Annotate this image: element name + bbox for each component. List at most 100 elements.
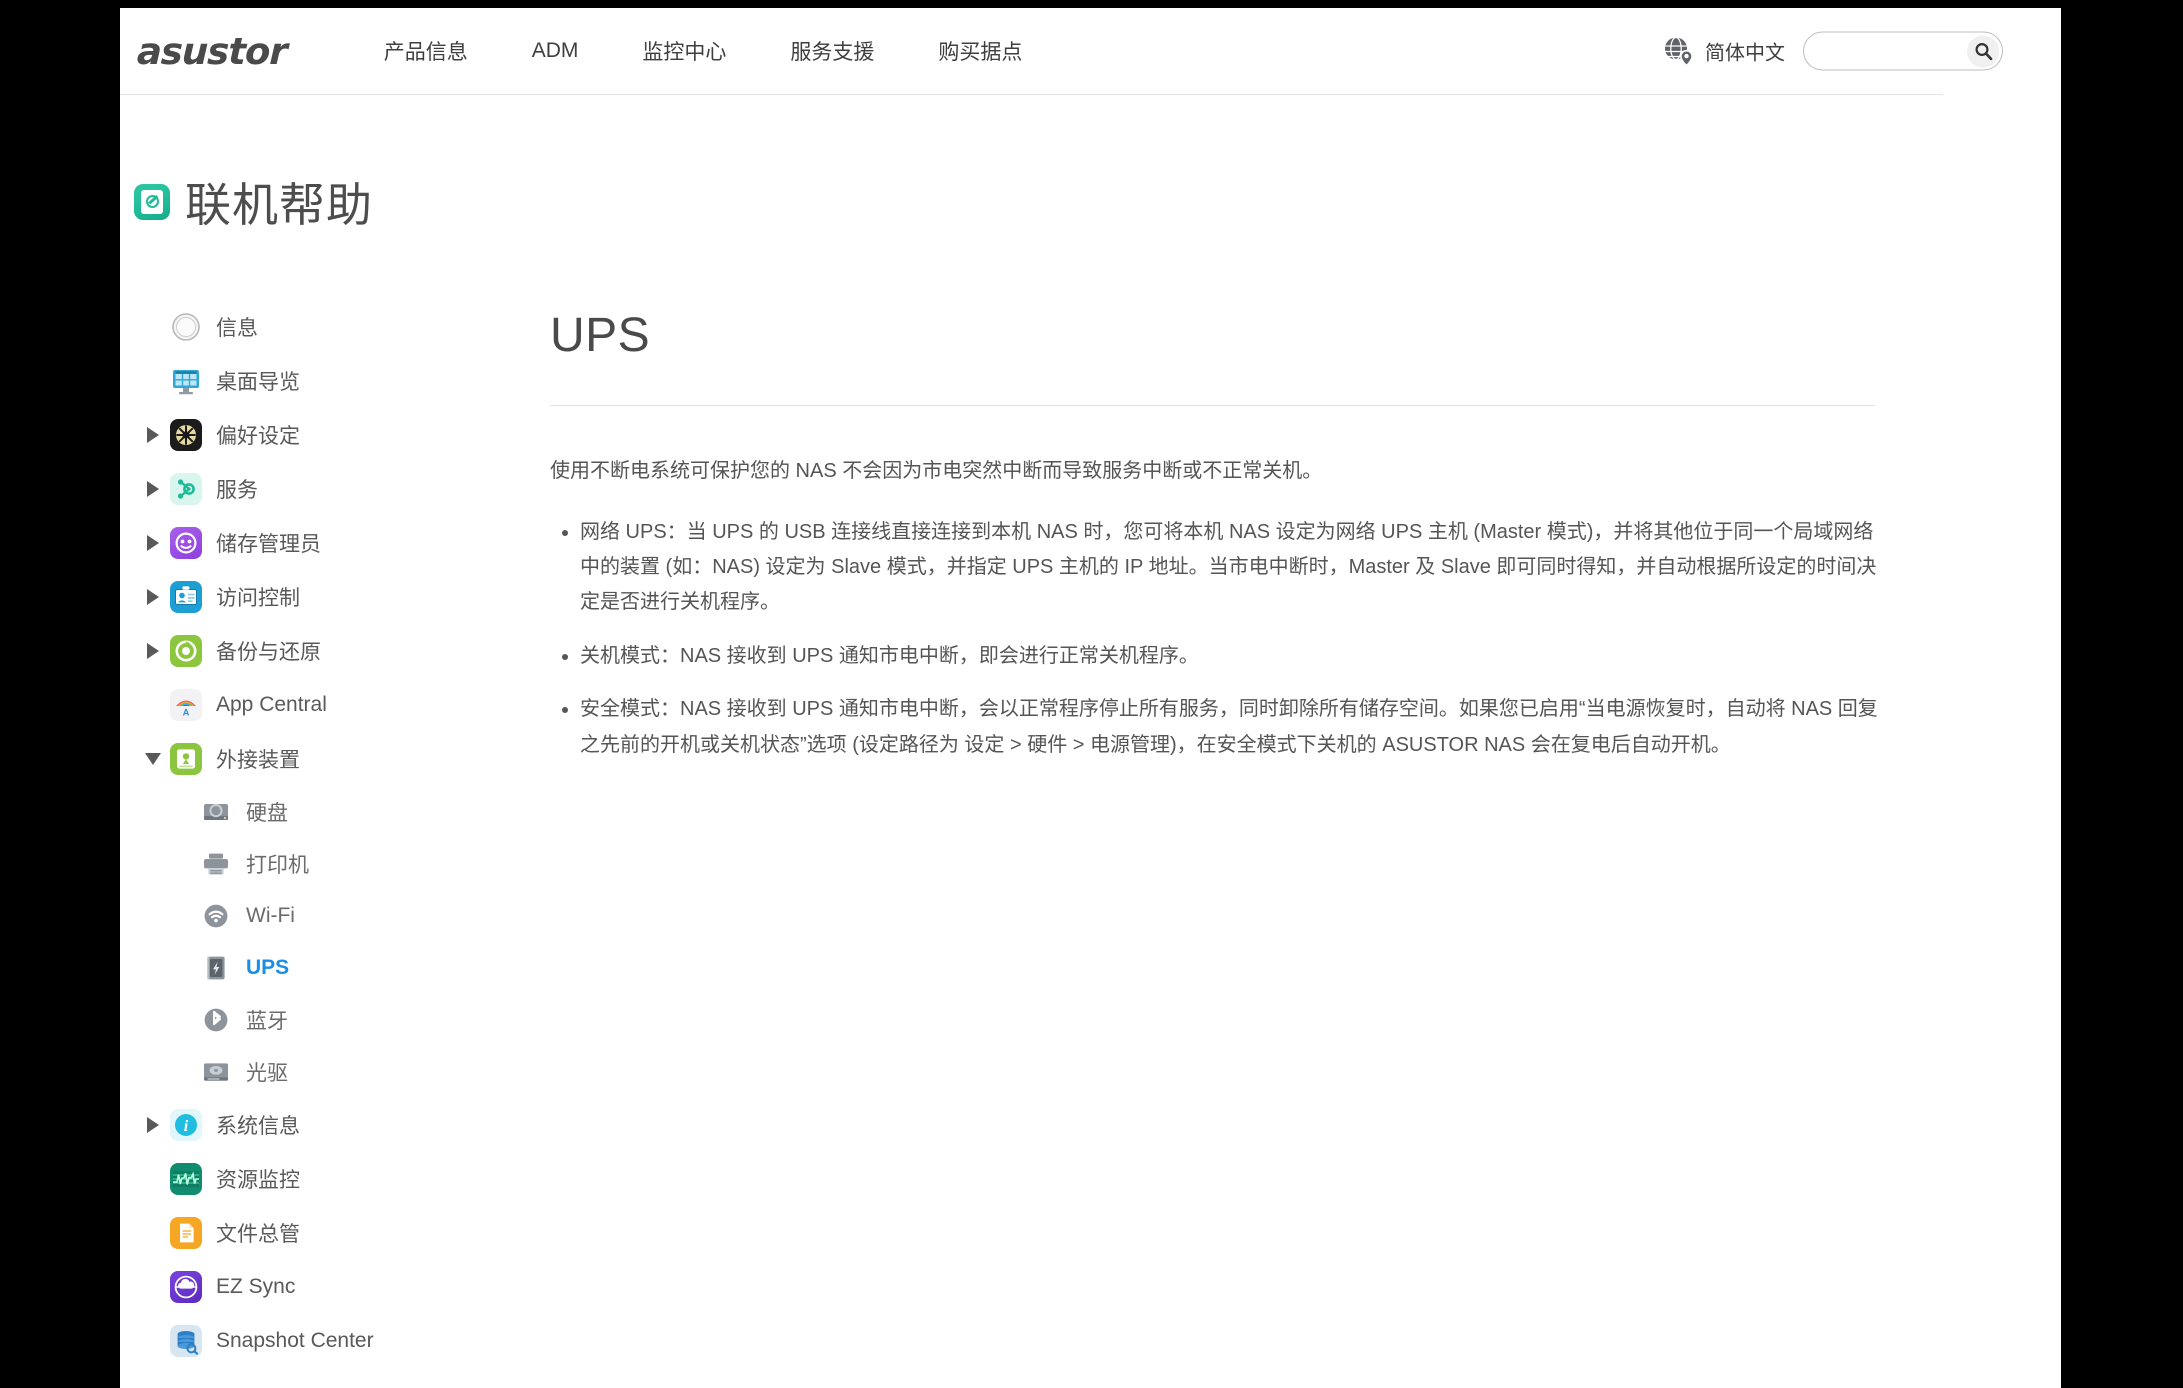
sidebar-label: 光驱 — [246, 1057, 288, 1087]
list-item: 关机模式：NAS 接收到 UPS 通知市电中断，即会进行正常关机程序。 — [580, 639, 1880, 674]
bluetooth-icon — [200, 1004, 232, 1036]
article-bullet-list: 网络 UPS：当 UPS 的 USB 连接线直接连接到本机 NAS 时，您可将本… — [550, 515, 1880, 763]
sidebar-label: EZ Sync — [216, 1275, 295, 1299]
optical-drive-icon — [200, 1056, 232, 1088]
sidebar-label: 文件总管 — [216, 1218, 300, 1248]
backup-restore-icon — [170, 635, 202, 667]
sidebar-label: 访问控制 — [216, 582, 300, 612]
nav-item-adm[interactable]: ADM — [532, 39, 579, 63]
access-control-badge-icon — [170, 581, 202, 613]
printer-icon — [200, 848, 232, 880]
sidebar-item-desktop-tour[interactable]: 桌面导览 — [134, 354, 550, 408]
page-title: 联机帮助 — [185, 169, 373, 235]
page-title-row: 联机帮助 — [134, 138, 2061, 266]
article-title-divider — [550, 405, 1875, 406]
site-header: asustor 产品信息 ADM 监控中心 服务支援 购买据点 简 — [120, 8, 2061, 94]
sidebar-label: 桌面导览 — [216, 366, 300, 396]
header-divider — [120, 94, 1943, 95]
sidebar-item-external-devices[interactable]: 外接装置 — [134, 732, 550, 786]
sidebar-label: 储存管理员 — [216, 528, 321, 558]
sidebar-label: 蓝牙 — [246, 1005, 288, 1035]
expand-arrow-collapsed-icon[interactable] — [142, 589, 164, 605]
sidebar-item-file-explorer[interactable]: 文件总管 — [134, 1206, 550, 1260]
asustor-logo[interactable]: asustor — [136, 30, 287, 73]
sidebar-label: Wi-Fi — [246, 904, 295, 928]
search-input[interactable] — [1818, 33, 1968, 70]
sidebar-item-storage-manager[interactable]: 储存管理员 — [134, 516, 550, 570]
system-information-icon: i — [170, 1109, 202, 1141]
globe-location-icon — [1662, 34, 1696, 68]
sidebar-label: 打印机 — [246, 849, 309, 879]
external-devices-icon — [170, 743, 202, 775]
article-title: UPS — [550, 308, 2021, 363]
sidebar-item-snapshot-center[interactable]: Snapshot Center — [134, 1314, 550, 1368]
sidebar-item-preferences[interactable]: 偏好设定 — [134, 408, 550, 462]
expand-arrow-expanded-icon[interactable] — [142, 753, 164, 765]
sidebar-item-optical-drive[interactable]: 光驱 — [134, 1046, 550, 1098]
monitor-grid-icon — [170, 365, 202, 397]
nav-item-support[interactable]: 服务支援 — [790, 36, 874, 66]
nav-item-surveillance[interactable]: 监控中心 — [642, 36, 726, 66]
right-letterbox-bar — [2061, 0, 2183, 1388]
search-box[interactable] — [1803, 32, 2003, 71]
sidebar-item-bluetooth[interactable]: 蓝牙 — [134, 994, 550, 1046]
expand-arrow-collapsed-icon[interactable] — [142, 535, 164, 551]
sidebar-item-information[interactable]: 信息 — [134, 300, 550, 354]
online-help-icon — [134, 184, 170, 220]
sidebar-item-wifi[interactable]: Wi-Fi — [134, 890, 550, 942]
left-letterbox-bar — [0, 0, 120, 1388]
ups-battery-icon — [200, 952, 232, 984]
sidebar-label: 偏好设定 — [216, 420, 300, 450]
sidebar-label: UPS — [246, 956, 289, 980]
svg-text:i: i — [184, 1118, 189, 1135]
search-icon — [1974, 42, 1993, 61]
top-letterbox-bar — [0, 0, 2183, 8]
main-navigation: 产品信息 ADM 监控中心 服务支援 购买据点 — [384, 36, 1087, 66]
app-central-icon: A — [170, 689, 202, 721]
services-node-icon — [170, 473, 202, 505]
resource-monitor-icon — [170, 1163, 202, 1195]
sidebar-item-resource-monitor[interactable]: 资源监控 — [134, 1152, 550, 1206]
header-utilities: 简体中文 — [1662, 32, 2003, 71]
compass-icon — [170, 311, 202, 343]
sidebar-item-printer[interactable]: 打印机 — [134, 838, 550, 890]
hard-disk-icon — [200, 796, 232, 828]
expand-arrow-collapsed-icon[interactable] — [142, 1117, 164, 1133]
article-intro-paragraph: 使用不断电系统可保护您的 NAS 不会因为市电突然中断而导致服务中断或不正常关机… — [550, 454, 1880, 489]
sidebar-item-access-control[interactable]: 访问控制 — [134, 570, 550, 624]
article-content: UPS 使用不断电系统可保护您的 NAS 不会因为市电突然中断而导致服务中断或不… — [550, 300, 2061, 1368]
language-label: 简体中文 — [1705, 37, 1785, 66]
sidebar-item-backup-restore[interactable]: 备份与还原 — [134, 624, 550, 678]
list-item: 安全模式：NAS 接收到 UPS 通知市电中断，会以正常程序停止所有服务，同时卸… — [580, 692, 1880, 763]
expand-arrow-collapsed-icon[interactable] — [142, 643, 164, 659]
nav-item-products[interactable]: 产品信息 — [384, 36, 468, 66]
sidebar-label: 外接装置 — [216, 744, 300, 774]
nav-item-wheretobuy[interactable]: 购买据点 — [938, 36, 1022, 66]
sidebar-item-hard-disk[interactable]: 硬盘 — [134, 786, 550, 838]
sidebar-navigation: 信息 桌面导览 — [120, 300, 550, 1368]
sidebar-label: 服务 — [216, 474, 258, 504]
snapshot-center-icon — [170, 1325, 202, 1357]
file-explorer-icon — [170, 1217, 202, 1249]
sidebar-label: 系统信息 — [216, 1110, 300, 1140]
expand-arrow-collapsed-icon[interactable] — [142, 427, 164, 443]
page-container: asustor 产品信息 ADM 监控中心 服务支援 购买据点 简 — [120, 8, 2061, 1388]
expand-arrow-collapsed-icon[interactable] — [142, 481, 164, 497]
list-item: 网络 UPS：当 UPS 的 USB 连接线直接连接到本机 NAS 时，您可将本… — [580, 515, 1880, 621]
sidebar-label: Snapshot Center — [216, 1329, 374, 1353]
ez-sync-icon — [170, 1271, 202, 1303]
language-selector[interactable]: 简体中文 — [1662, 34, 1785, 68]
sidebar-item-system-information[interactable]: i 系统信息 — [134, 1098, 550, 1152]
storage-manager-icon — [170, 527, 202, 559]
sidebar-label: 信息 — [216, 312, 258, 342]
sidebar-label: App Central — [216, 693, 327, 717]
wifi-icon — [200, 900, 232, 932]
sidebar-item-services[interactable]: 服务 — [134, 462, 550, 516]
sidebar-item-ez-sync[interactable]: EZ Sync — [134, 1260, 550, 1314]
search-submit-button[interactable] — [1967, 35, 1999, 67]
sidebar-label: 硬盘 — [246, 797, 288, 827]
sidebar-item-ups[interactable]: UPS — [134, 942, 550, 994]
preferences-gear-icon — [170, 419, 202, 451]
svg-text:A: A — [183, 706, 190, 717]
sidebar-item-app-central[interactable]: A App Central — [134, 678, 550, 732]
